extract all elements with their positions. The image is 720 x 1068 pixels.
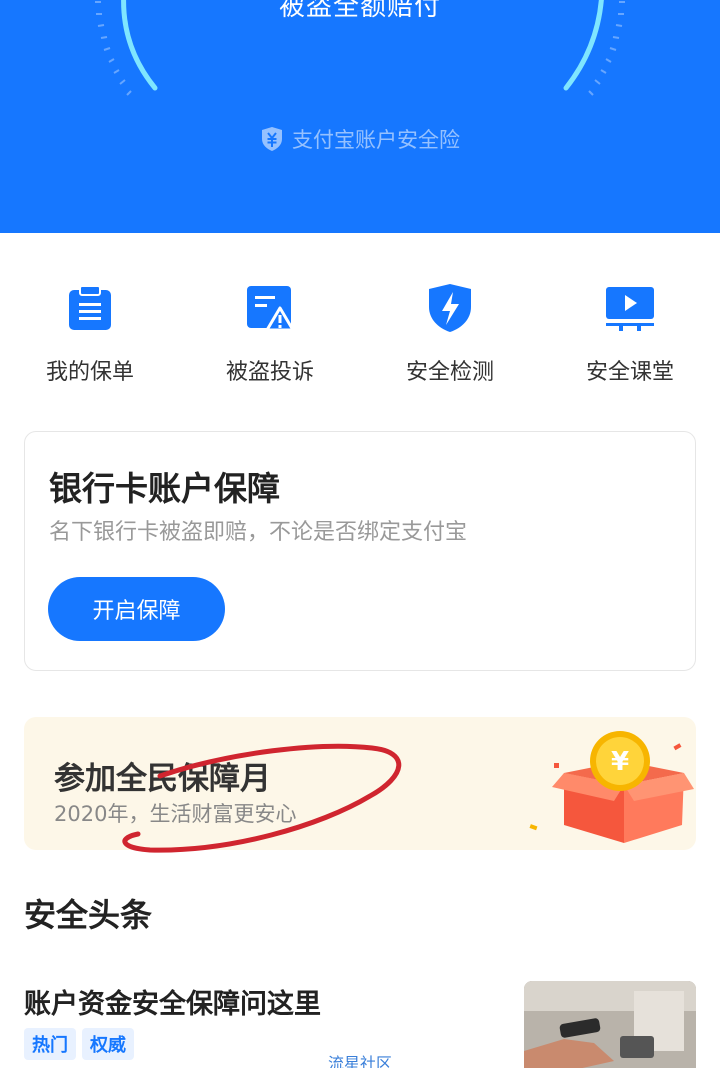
action-security-class[interactable]: 安全课堂 <box>540 282 720 392</box>
bank-card-guarantee-card: 银行卡账户保障 名下银行卡被盗即赔，不论是否绑定支付宝 开启保障 <box>24 431 696 671</box>
gauge-arc-decoration <box>95 0 625 96</box>
watermark: 流星社区 <box>328 1054 393 1068</box>
promo-banner[interactable]: 参加全民保障月 2020年，生活财富更安心 ¥ <box>24 717 696 850</box>
section-title: 安全头条 <box>24 896 153 934</box>
action-label: 安全检测 <box>405 360 494 385</box>
news-tags: 热门 权威 <box>24 1028 134 1060</box>
tag-authority: 权威 <box>82 1028 134 1060</box>
coin-symbol: ¥ <box>611 747 629 777</box>
yen-shield-icon <box>262 127 282 151</box>
lightning-shield-icon <box>424 282 476 334</box>
promo-subtitle: 2020年，生活财富更安心 <box>54 802 297 826</box>
news-thumbnail[interactable] <box>524 981 696 1068</box>
action-label: 我的保单 <box>45 360 134 385</box>
hero-title: 被盗全额赔付 <box>278 0 441 22</box>
action-security-check[interactable]: 安全检测 <box>360 282 540 392</box>
action-theft-complaint[interactable]: 被盗投诉 <box>180 282 360 392</box>
hero-banner: 被盗全额赔付 支付宝账户安全险 <box>0 0 720 233</box>
tag-hot: 热门 <box>24 1028 76 1060</box>
enable-protection-button[interactable]: 开启保障 <box>48 577 225 641</box>
quick-actions: 我的保单 被盗投诉 安全检测 安全课堂 <box>0 282 720 392</box>
action-my-policy[interactable]: 我的保单 <box>0 282 180 392</box>
clipboard-icon <box>64 282 116 334</box>
news-article-title[interactable]: 账户资金安全保障问这里 <box>24 982 321 1021</box>
gift-box-coin-icon: ¥ <box>529 731 694 843</box>
hero-subtitle[interactable]: 支付宝账户安全险 <box>0 124 720 154</box>
action-label: 被盗投诉 <box>225 360 314 385</box>
card-description: 名下银行卡被盗即赔，不论是否绑定支付宝 <box>49 520 468 545</box>
card-title: 银行卡账户保障 <box>49 469 280 508</box>
video-screen-icon <box>604 282 656 334</box>
action-label: 安全课堂 <box>585 360 674 385</box>
report-warning-icon <box>244 282 296 334</box>
hero-subtitle-label: 支付宝账户安全险 <box>292 128 460 152</box>
promo-title: 参加全民保障月 <box>54 761 271 797</box>
